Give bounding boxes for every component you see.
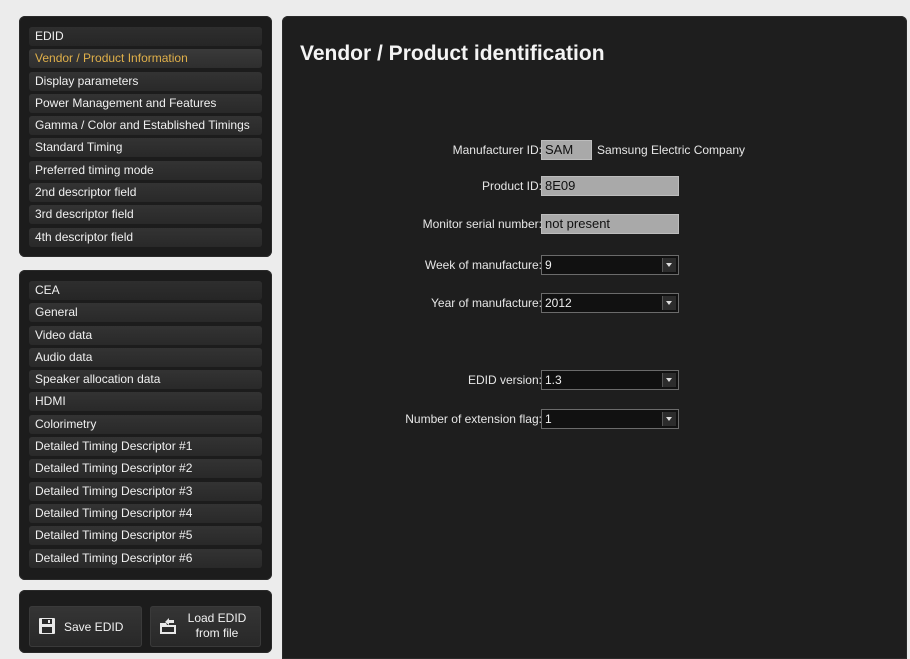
chevron-down-icon[interactable] xyxy=(662,373,676,387)
year-value: 2012 xyxy=(545,296,572,310)
edid-menu: EDID Vendor / Product Information Display … xyxy=(29,27,262,250)
serial-number-label: Monitor serial number: xyxy=(422,217,542,231)
menu-item-gamma-color-and-established-timings[interactable]: Gamma / Color and Established Timings xyxy=(29,116,262,136)
menu-item-hdmi[interactable]: HDMI xyxy=(29,392,262,412)
menu-item-colorimetry[interactable]: Colorimetry xyxy=(29,414,262,434)
product-id-field[interactable]: 8E09 xyxy=(541,176,679,196)
year-select[interactable]: 2012 xyxy=(541,293,679,313)
menu-item-general[interactable]: General xyxy=(29,303,262,323)
week-select[interactable]: 9 xyxy=(541,255,679,275)
edid-version-value: 1.3 xyxy=(545,373,562,387)
product-id-row: Product ID: 8E09 xyxy=(282,176,907,196)
year-row: Year of manufacture: 2012 xyxy=(282,293,907,313)
menu-item-vendor-product-information[interactable]: Vendor / Product Information xyxy=(29,49,262,69)
chevron-down-icon[interactable] xyxy=(662,258,676,272)
menu-item-display-parameters[interactable]: Display parameters xyxy=(29,71,262,91)
load-edid-label: Load EDID from file xyxy=(187,611,247,640)
week-value: 9 xyxy=(545,258,552,272)
edid-version-row: EDID version: 1.3 xyxy=(282,370,907,390)
menu-item-detailed-timing-descriptor-3[interactable]: Detailed Timing Descriptor #3 xyxy=(29,481,262,501)
cea-menu: CEA General Video data Audio data Speaker al… xyxy=(29,281,262,571)
menu-item-video-data[interactable]: Video data xyxy=(29,325,262,345)
menu-item-speaker-allocation-data[interactable]: Speaker allocation data xyxy=(29,370,262,390)
week-label: Week of manufacture: xyxy=(424,258,542,272)
edid-version-label: EDID version: xyxy=(467,373,542,387)
menu-header-edid[interactable]: EDID xyxy=(29,27,262,46)
menu-item-2nd-descriptor-field[interactable]: 2nd descriptor field xyxy=(29,183,262,203)
extension-flag-label: Number of extension flag: xyxy=(405,412,542,426)
menu-item-detailed-timing-descriptor-6[interactable]: Detailed Timing Descriptor #6 xyxy=(29,548,262,568)
menu-item-detailed-timing-descriptor-5[interactable]: Detailed Timing Descriptor #5 xyxy=(29,526,262,546)
menu-item-standard-timing[interactable]: Standard Timing xyxy=(29,138,262,158)
manufacturer-id-field[interactable]: SAM xyxy=(541,140,592,160)
menu-item-preferred-timing-mode[interactable]: Preferred timing mode xyxy=(29,160,262,180)
serial-number-row: Monitor serial number: not present xyxy=(282,214,907,234)
menu-item-3rd-descriptor-field[interactable]: 3rd descriptor field xyxy=(29,205,262,225)
product-id-label: Product ID: xyxy=(481,179,542,193)
edid-sections-panel: EDID Vendor / Product Information Display … xyxy=(19,16,272,257)
vendor-product-panel: Vendor / Product identification Manufact… xyxy=(282,16,907,659)
week-row: Week of manufacture: 9 xyxy=(282,255,907,275)
page-title: Vendor / Product identification xyxy=(300,42,605,65)
menu-item-power-management-and-features[interactable]: Power Management and Features xyxy=(29,93,262,113)
load-edid-button[interactable]: Load EDID from file xyxy=(150,606,261,647)
edid-version-select[interactable]: 1.3 xyxy=(541,370,679,390)
cea-sections-panel: CEA General Video data Audio data Speaker al… xyxy=(19,270,272,580)
app-window: EDID Vendor / Product Information Display … xyxy=(0,0,910,659)
save-edid-button[interactable]: Save EDID xyxy=(29,606,142,647)
menu-item-audio-data[interactable]: Audio data xyxy=(29,347,262,367)
serial-number-field[interactable]: not present xyxy=(541,214,679,234)
chevron-down-icon[interactable] xyxy=(662,296,676,310)
menu-item-4th-descriptor-field[interactable]: 4th descriptor field xyxy=(29,227,262,247)
extension-flag-value: 1 xyxy=(545,412,552,426)
folder-load-icon xyxy=(160,618,176,634)
extension-flag-row: Number of extension flag: 1 xyxy=(282,409,907,429)
menu-item-detailed-timing-descriptor-1[interactable]: Detailed Timing Descriptor #1 xyxy=(29,437,262,457)
manufacturer-id-row: Manufacturer ID: SAM Samsung Electric Co… xyxy=(282,140,907,160)
menu-header-cea[interactable]: CEA xyxy=(29,281,262,300)
extension-flag-select[interactable]: 1 xyxy=(541,409,679,429)
menu-item-detailed-timing-descriptor-2[interactable]: Detailed Timing Descriptor #2 xyxy=(29,459,262,479)
year-label: Year of manufacture: xyxy=(431,296,542,310)
save-edid-label: Save EDID xyxy=(64,620,124,634)
chevron-down-icon[interactable] xyxy=(662,412,676,426)
floppy-disk-icon xyxy=(39,618,55,634)
manufacturer-name: Samsung Electric Company xyxy=(597,143,746,157)
manufacturer-id-label: Manufacturer ID: xyxy=(452,143,542,157)
actions-panel: Save EDID Load EDID from file xyxy=(19,590,272,653)
menu-item-detailed-timing-descriptor-4[interactable]: Detailed Timing Descriptor #4 xyxy=(29,503,262,523)
